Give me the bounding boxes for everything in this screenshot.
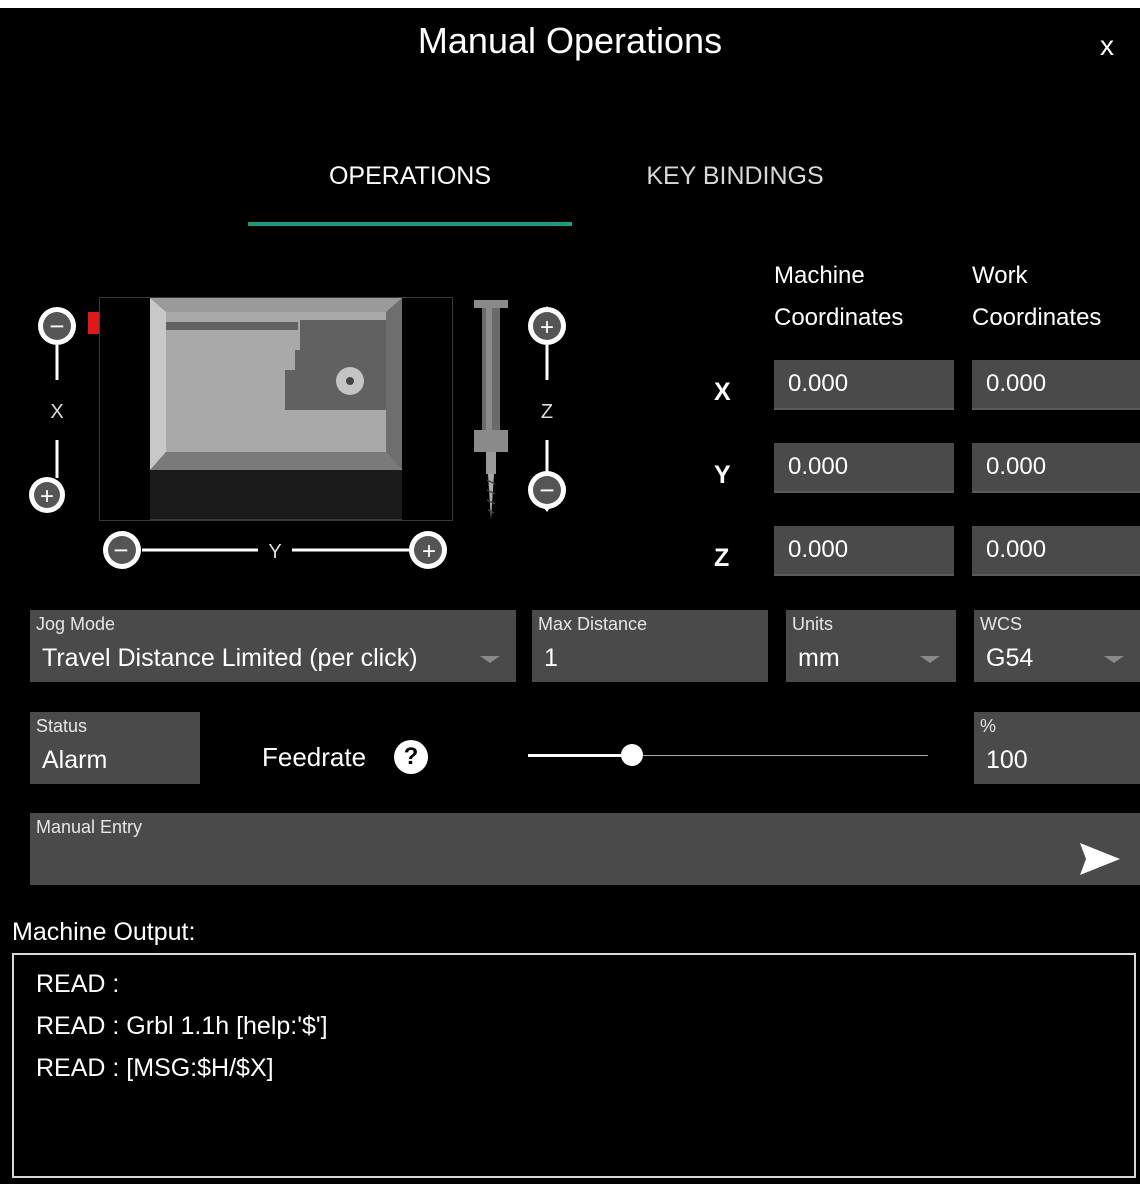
status-label: Status [36, 716, 88, 736]
feedrate-slider[interactable] [528, 740, 928, 770]
wcs-value: G54 [986, 644, 1034, 672]
chevron-down-icon [920, 656, 940, 663]
machine-bed-illustration [99, 297, 453, 521]
work-coord-z: 0.000 [972, 526, 1140, 576]
output-line: READ : Grbl 1.1h [help:'$'] [36, 1012, 328, 1040]
jog-x-plus-label: + [40, 483, 54, 510]
feedrate-label: Feedrate [262, 742, 367, 772]
percent-value: 100 [986, 746, 1028, 774]
status-field: Status Alarm [30, 712, 200, 784]
tab-operations[interactable]: OPERATIONS [248, 162, 572, 191]
units-value: mm [798, 644, 840, 672]
work-coord-x: 0.000 [972, 360, 1140, 410]
jog-x-minus-label: − [49, 311, 64, 341]
machine-header-line-1: Machine [774, 262, 865, 289]
jog-y-plus-label: + [422, 538, 436, 565]
work-header-line-2: Coordinates [972, 304, 1102, 331]
slider-track-fill [528, 754, 632, 757]
slider-track [632, 755, 928, 756]
jog-x-plus-button[interactable]: + [29, 477, 65, 513]
percent-label: % [980, 716, 997, 736]
machine-header-line-2: Coordinates [774, 304, 904, 331]
jog-z-plus-button[interactable]: + [528, 306, 566, 345]
jog-panel: − X + − Y + + Z − [29, 297, 566, 569]
max-distance-field[interactable]: Max Distance 1 [532, 610, 768, 682]
coord-axis-label-x: X [714, 378, 731, 406]
jog-z-minus-button[interactable]: − [528, 471, 566, 512]
machine-coord-z: 0.000 [774, 526, 954, 576]
coord-axis-label-y: Y [714, 461, 731, 489]
machine-output-label: Machine Output: [12, 918, 196, 946]
work-header-line-1: Work [972, 262, 1028, 289]
close-button[interactable]: x [1100, 30, 1114, 62]
jog-y-minus-button[interactable]: − [103, 531, 141, 569]
chevron-down-icon [1104, 656, 1124, 663]
x-limit-marker [88, 312, 100, 334]
wcs-label: WCS [980, 614, 1022, 634]
spindle-illustration [474, 300, 508, 520]
machine-coord-x: 0.000 [774, 360, 954, 410]
jog-z-minus-label: − [539, 475, 554, 505]
manual-entry-label: Manual Entry [36, 817, 143, 837]
y-axis-label: Y [268, 541, 281, 563]
coord-axis-label-z: Z [714, 544, 730, 572]
wcs-select[interactable]: WCS G54 [974, 610, 1140, 682]
manual-entry-field[interactable]: Manual Entry [30, 813, 1140, 885]
units-select[interactable]: Units mm [786, 610, 956, 682]
z-axis-label: Z [541, 401, 553, 423]
send-arrow-icon[interactable] [1078, 841, 1122, 877]
jog-z-plus-label: + [540, 314, 554, 341]
jog-mode-label: Jog Mode [36, 614, 116, 634]
modal-title: Manual Operations [417, 20, 723, 61]
chevron-down-icon [480, 656, 500, 663]
output-line: READ : [MSG:$H/$X] [36, 1054, 274, 1082]
status-value: Alarm [42, 746, 108, 774]
x-axis-label: X [50, 401, 63, 423]
feedrate-percent-field[interactable]: % 100 [974, 712, 1140, 784]
work-coordinates-header: Work Coordinates [972, 255, 1101, 339]
max-distance-label: Max Distance [538, 614, 648, 634]
jog-mode-select[interactable]: Jog Mode Travel Distance Limited (per cl… [30, 610, 516, 682]
tab-key-bindings[interactable]: KEY BINDINGS [580, 162, 890, 191]
active-tab-indicator [248, 222, 572, 226]
jog-x-minus-button[interactable]: − [38, 307, 76, 345]
machine-coord-y: 0.000 [774, 443, 954, 493]
jog-y-minus-label: − [113, 535, 128, 565]
machine-output-console: READ : READ : Grbl 1.1h [help:'$'] READ … [12, 953, 1136, 1178]
output-line: READ : [36, 970, 120, 998]
top-strip [0, 0, 1140, 8]
max-distance-value: 1 [544, 644, 558, 672]
machine-coordinates-header: Machine Coordinates [774, 255, 903, 339]
units-label: Units [792, 614, 834, 634]
slider-thumb[interactable] [621, 744, 643, 766]
jog-y-plus-button[interactable]: + [409, 531, 447, 569]
help-icon[interactable]: ? [394, 740, 428, 774]
jog-mode-value: Travel Distance Limited (per click) [42, 644, 418, 672]
work-coord-y: 0.000 [972, 443, 1140, 493]
